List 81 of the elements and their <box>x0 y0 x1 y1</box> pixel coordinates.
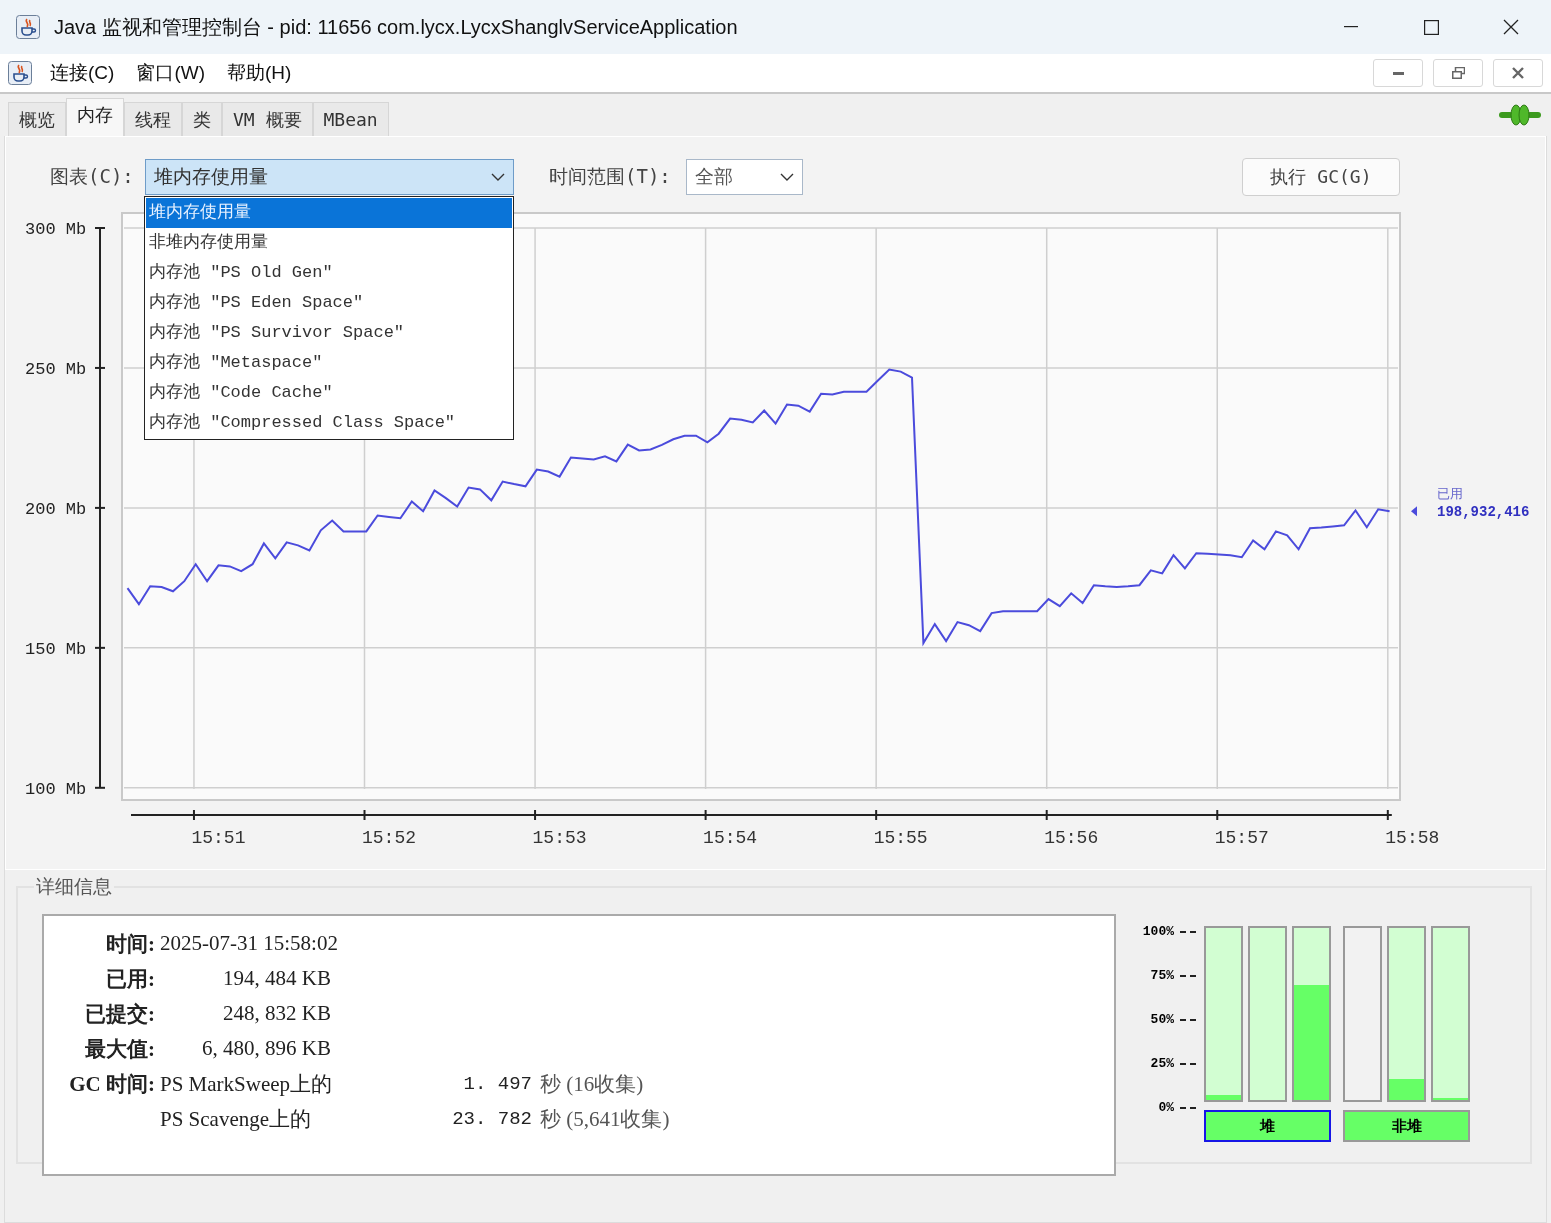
axis-label: 150 Mb <box>25 639 87 659</box>
tab[interactable]: 类 <box>182 102 222 136</box>
axis-label: 200 Mb <box>25 499 87 519</box>
gc-button[interactable]: 执行 GC(G) <box>1242 158 1400 196</box>
axis-label: 15:57 <box>1214 828 1269 848</box>
field-value: 194, 484 KB <box>222 966 331 991</box>
axis-label: 300 Mb <box>25 220 87 239</box>
collector-name: PS MarkSweep上的 <box>160 1070 334 1098</box>
field-label: GC 时间: <box>68 1070 155 1098</box>
axis-label: 15:53 <box>532 828 587 848</box>
close-button[interactable] <box>1493 59 1543 87</box>
tab[interactable]: 线程 <box>124 102 182 136</box>
dropdown-option[interactable]: 内存池 "Metaspace" <box>146 348 512 378</box>
axis-label: 15:51 <box>191 828 246 848</box>
tick-mark-icon <box>1180 1063 1196 1065</box>
chevron-icon <box>780 173 794 181</box>
close-icon <box>1503 19 1519 35</box>
gc-time: 23. 782 <box>451 1107 532 1130</box>
menu-item[interactable]: 帮助(H) <box>223 58 296 88</box>
field-label: 时间范围(T): <box>549 164 672 189</box>
axis-label: 15:54 <box>703 828 758 848</box>
current-value: 198,932,416 <box>1437 504 1530 521</box>
scale-label: 100% <box>1142 926 1174 938</box>
gc-count: 秒 (5,641收集) <box>540 1105 670 1133</box>
menu-item[interactable]: 连接(C) <box>46 58 119 88</box>
scale-label: 0% <box>1158 1102 1174 1114</box>
tick-mark-icon <box>1180 975 1196 977</box>
window-title: Java 监视和管理控制台 - pid: 11656 com.lycx.LycxShanglvServiceApplication <box>54 14 738 40</box>
menu-item[interactable]: 窗口(W) <box>132 58 209 88</box>
tab[interactable]: 概览 <box>8 102 66 136</box>
minimize-button[interactable] <box>1373 59 1423 87</box>
axis-label: 100 Mb <box>25 779 87 799</box>
scale-label: 25% <box>1150 1058 1174 1070</box>
cup-icon <box>8 61 32 85</box>
tick-mark-icon <box>1180 1107 1196 1109</box>
field-value: 6, 480, 896 KB <box>201 1036 331 1061</box>
connection-icon <box>1499 104 1541 126</box>
pool-group-button[interactable]: 堆 <box>1204 1110 1331 1142</box>
field-value: 2025-07-31 15:58:02 <box>160 931 338 956</box>
tick-mark-icon <box>1180 1019 1196 1021</box>
axis-label: 15:52 <box>362 828 416 848</box>
collector-name: PS Scavenge上的 <box>160 1105 313 1133</box>
dropdown-option[interactable]: 内存池 "PS Eden Space" <box>146 288 512 318</box>
chart-dropdown[interactable]: 堆内存使用量 <box>145 159 514 195</box>
restore-icon <box>1451 67 1465 79</box>
legend-label: 已用 <box>1437 486 1463 502</box>
tab[interactable]: 内存 <box>66 98 124 136</box>
gc-count: 秒 (16收集) <box>540 1070 644 1098</box>
restore-button[interactable] <box>1433 59 1483 87</box>
section-title: 详细信息 <box>35 875 113 899</box>
dropdown-option[interactable]: 内存池 "Code Cache" <box>146 378 512 408</box>
pool-group-button[interactable]: 非堆 <box>1343 1110 1470 1142</box>
dropdown-option[interactable]: 内存池 "PS Old Gen" <box>146 258 512 288</box>
tick-mark-icon <box>1180 931 1196 933</box>
field-label: 时间: <box>105 930 155 958</box>
chevron-icon <box>491 173 505 181</box>
tab[interactable]: VM 概要 <box>222 102 313 136</box>
dropdown-option[interactable]: 堆内存使用量 <box>146 198 512 228</box>
field-label: 最大值: <box>84 1035 155 1063</box>
field-label: 已用: <box>105 965 155 993</box>
close-icon <box>1512 67 1524 79</box>
tab[interactable]: MBean <box>312 102 389 136</box>
axis-label: 15:58 <box>1385 828 1440 848</box>
dropdown-option[interactable]: 内存池 "PS Survivor Space" <box>146 318 512 348</box>
cup-icon <box>16 15 40 39</box>
axis-label: 250 Mb <box>25 359 87 379</box>
scale-label: 75% <box>1150 970 1174 982</box>
gc-time: 1. 497 <box>462 1072 532 1095</box>
scale-label: 50% <box>1150 1014 1174 1026</box>
field-label: 图表(C): <box>50 164 135 189</box>
maximize-icon <box>1423 19 1439 35</box>
minimize-icon <box>1344 26 1358 28</box>
axis-label: 15:56 <box>1044 828 1099 848</box>
minimize-icon <box>1392 71 1404 75</box>
field-value: 248, 832 KB <box>222 1001 331 1026</box>
dropdown-option[interactable]: 内存池 "Compressed Class Space" <box>146 408 512 438</box>
marker-icon <box>1411 506 1417 517</box>
dropdown-option[interactable]: 非堆内存使用量 <box>146 228 512 258</box>
field-label: 已提交: <box>84 1000 155 1028</box>
time-range-dropdown[interactable]: 全部 <box>686 159 803 195</box>
axis-label: 15:55 <box>873 828 928 848</box>
